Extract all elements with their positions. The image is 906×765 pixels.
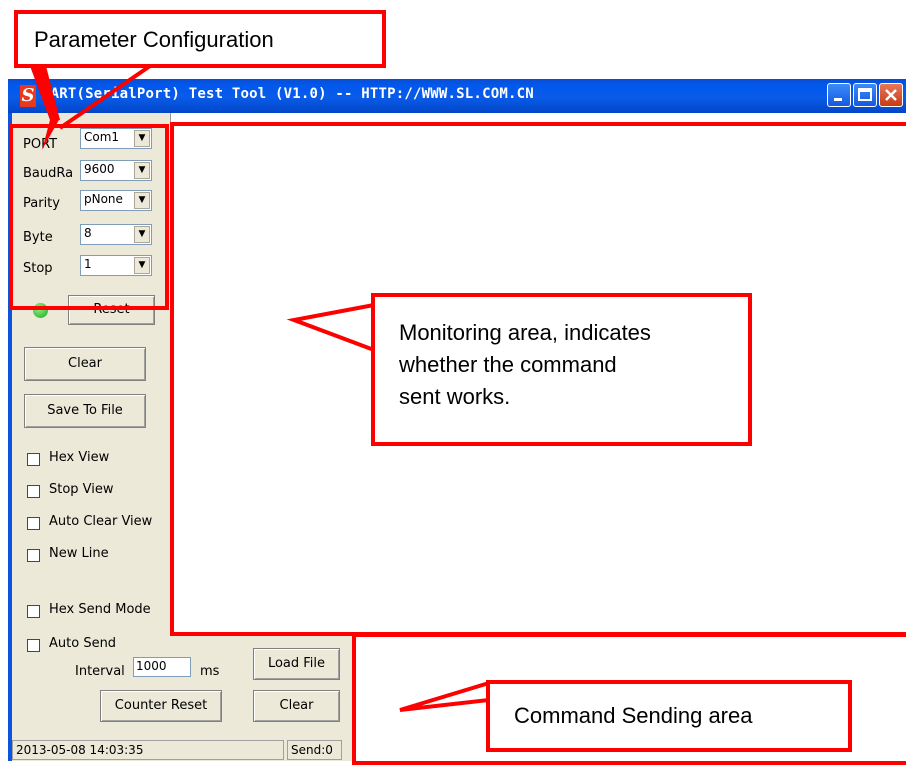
param-arrow-line bbox=[58, 64, 152, 130]
send-area-callout: Command Sending area bbox=[486, 680, 852, 752]
monitoring-line-1: Monitoring area, indicates bbox=[399, 320, 651, 345]
send-callout-tail bbox=[399, 680, 491, 712]
monitoring-callout: Monitoring area, indicates whether the c… bbox=[371, 293, 752, 446]
monitoring-callout-tail bbox=[286, 302, 376, 353]
monitoring-line-3: sent works. bbox=[399, 384, 511, 409]
send-area-text: Command Sending area bbox=[514, 703, 753, 728]
param-arrow-tip bbox=[42, 118, 60, 150]
param-arrow bbox=[30, 66, 60, 120]
monitoring-line-2: whether the command bbox=[399, 352, 617, 377]
